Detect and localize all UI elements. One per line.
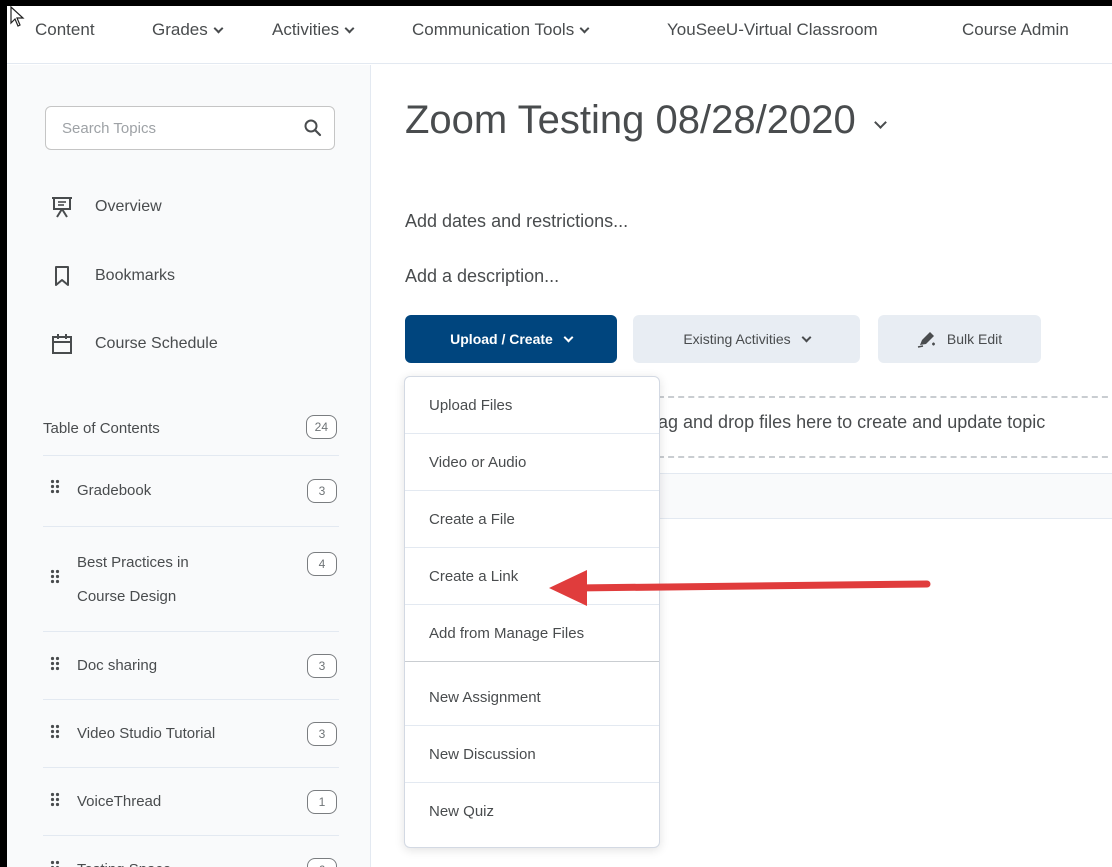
menu-item-label: New Quiz (429, 803, 495, 820)
nav-activities[interactable]: Activities (272, 20, 355, 40)
mouse-cursor-icon (10, 6, 26, 33)
upload-create-button[interactable]: Upload / Create (405, 315, 617, 363)
menu-item-label: New Assignment (429, 688, 541, 706)
menu-item-label: New Discussion (429, 745, 536, 763)
existing-activities-button[interactable]: Existing Activities (633, 315, 860, 363)
menu-item-new-discussion[interactable]: New Discussion (405, 726, 659, 783)
nav-communication-tools[interactable]: Communication Tools (412, 20, 590, 40)
presentation-icon (50, 195, 74, 219)
annotation-arrow-icon (549, 570, 931, 606)
module-label-line1: Best Practices in (77, 554, 189, 571)
menu-item-new-quiz[interactable]: New Quiz (405, 783, 659, 840)
sidebar-item-label: Course Schedule (95, 335, 218, 352)
module-gradebook[interactable]: Gradebook 3 (43, 457, 339, 527)
search-box (45, 106, 335, 150)
content-list-bar (658, 473, 1112, 519)
module-label-line2: Course Design (77, 588, 177, 605)
sidebar-item-bookmarks[interactable]: Bookmarks (50, 264, 175, 288)
module-count-badge: 3 (307, 654, 337, 678)
button-label: Upload / Create (450, 331, 553, 347)
nav-youseeu-label: YouSeeU-Virtual Classroom (667, 20, 878, 39)
nav-content[interactable]: Content (35, 20, 95, 40)
calendar-icon (50, 332, 74, 356)
toc-title: Table of Contents (43, 420, 160, 437)
add-dates-link[interactable]: Add dates and restrictions... (405, 211, 628, 232)
nav-grades[interactable]: Grades (152, 20, 224, 40)
page-title[interactable]: Zoom Testing 08/28/2020 (405, 98, 887, 143)
nav-content-label: Content (35, 20, 95, 39)
chevron-down-icon (579, 23, 590, 33)
module-label: Doc sharing (77, 657, 158, 674)
menu-item-create-a-file[interactable]: Create a File (405, 491, 659, 548)
menu-item-label: Create a File (429, 510, 515, 528)
add-description-link[interactable]: Add a description... (405, 266, 559, 287)
button-label: Bulk Edit (946, 331, 1003, 347)
module-label: VoiceThread (77, 793, 162, 810)
menu-item-label: Upload Files (429, 396, 513, 414)
search-icon[interactable] (303, 118, 323, 143)
drag-handle-icon[interactable] (50, 569, 60, 587)
chevron-down-icon (213, 23, 224, 33)
drag-handle-icon[interactable] (50, 724, 60, 742)
sidebar: Overview Bookmarks Course Schedule Table… (7, 65, 371, 867)
module-count-badge: 3 (307, 722, 337, 746)
nav-youseeu-virtual-classroom[interactable]: YouSeeU-Virtual Classroom (667, 20, 878, 40)
drag-handle-icon[interactable] (50, 792, 60, 810)
page-title-text: Zoom Testing 08/28/2020 (405, 98, 856, 142)
module-count-badge: 6 (307, 858, 337, 867)
menu-item-label: Add from Manage Files (429, 624, 585, 642)
chevron-down-icon (801, 332, 812, 342)
chevron-down-icon (563, 332, 574, 342)
module-doc-sharing[interactable]: Doc sharing 3 (43, 632, 339, 700)
nav-grades-label: Grades (152, 20, 208, 39)
drag-handle-icon[interactable] (50, 656, 60, 674)
menu-item-video-or-audio[interactable]: Video or Audio (405, 434, 659, 491)
module-label: Gradebook (77, 482, 152, 499)
nav-activities-label: Activities (272, 20, 340, 39)
sidebar-item-overview[interactable]: Overview (50, 195, 162, 219)
nav-course-admin-label: Course Admin (962, 20, 1069, 39)
module-testing-space[interactable]: Testing Space 6 (43, 836, 339, 867)
pencil-icon (917, 330, 937, 348)
menu-item-label: Video or Audio (429, 453, 527, 471)
module-voicethread[interactable]: VoiceThread 1 (43, 768, 339, 836)
search-input[interactable] (46, 107, 286, 149)
module-label: Testing Space (77, 854, 171, 867)
drop-zone-text: ag and drop files here to create and upd… (658, 412, 1046, 432)
sidebar-item-label: Bookmarks (95, 267, 176, 284)
toc-count-badge: 24 (305, 415, 337, 439)
module-video-studio-tutorial[interactable]: Video Studio Tutorial 3 (43, 700, 339, 768)
bookmark-icon (50, 264, 74, 288)
drag-handle-icon[interactable] (50, 860, 60, 867)
chevron-down-icon (344, 23, 355, 33)
module-count-badge: 3 (307, 479, 337, 503)
top-navigation: Content Grades Activities Communication … (7, 6, 1112, 64)
app-frame: Content Grades Activities Communication … (7, 6, 1112, 867)
sidebar-item-label: Overview (95, 198, 162, 215)
drag-handle-icon[interactable] (50, 479, 60, 497)
table-of-contents-header[interactable]: Table of Contents 24 (43, 396, 339, 456)
nav-course-admin[interactable]: Course Admin (962, 20, 1069, 40)
chevron-down-icon[interactable] (873, 116, 887, 129)
module-count-badge: 4 (307, 552, 337, 576)
sidebar-item-course-schedule[interactable]: Course Schedule (50, 332, 218, 356)
module-label: Video Studio Tutorial (77, 725, 216, 742)
module-count-badge: 1 (307, 790, 337, 814)
menu-item-upload-files[interactable]: Upload Files (405, 377, 659, 434)
upload-create-menu: Upload Files Video or Audio Create a Fil… (404, 376, 660, 848)
bulk-edit-button[interactable]: Bulk Edit (878, 315, 1041, 363)
nav-communication-tools-label: Communication Tools (412, 20, 575, 39)
menu-item-new-assignment[interactable]: New Assignment (405, 669, 659, 726)
menu-item-add-from-manage-files[interactable]: Add from Manage Files (405, 605, 659, 662)
menu-item-label: Create a Link (429, 567, 519, 585)
module-best-practices[interactable]: Best Practices in Course Design 4 (43, 527, 339, 632)
button-label: Existing Activities (683, 331, 791, 347)
